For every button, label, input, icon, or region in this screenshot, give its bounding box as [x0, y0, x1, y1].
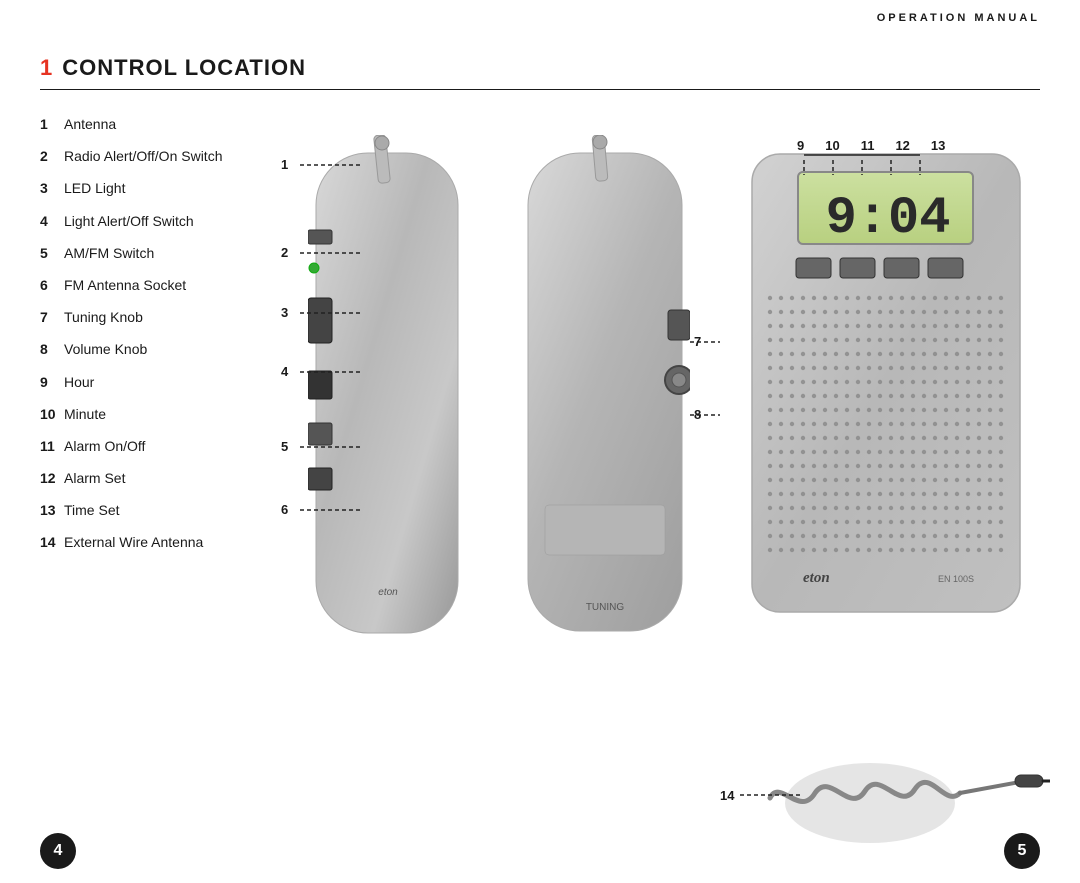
part-label-7: Tuning Knob: [64, 308, 143, 326]
marker-6: 6: [281, 502, 288, 517]
marker-4: 4: [281, 364, 288, 379]
parts-item-10: 10Minute: [40, 405, 270, 423]
part-label-2: Radio Alert/Off/On Switch: [64, 147, 222, 165]
parts-item-12: 12Alarm Set: [40, 469, 270, 487]
part-label-8: Volume Knob: [64, 340, 147, 358]
part-number-12: 12: [40, 469, 64, 487]
marker-10: 10: [825, 138, 839, 153]
section-number: 1: [40, 55, 52, 80]
part-number-11: 11: [40, 437, 64, 455]
parts-list: 1Antenna2Radio Alert/Off/On Switch3LED L…: [40, 115, 270, 566]
external-wire-antenna-image: [760, 743, 1050, 853]
top-markers-row: 9 10 11 12 13: [797, 138, 945, 153]
part-number-5: 5: [40, 244, 64, 262]
part-number-13: 13: [40, 501, 64, 519]
marker-5: 5: [281, 439, 288, 454]
parts-item-6: 6FM Antenna Socket: [40, 276, 270, 294]
marker-12: 12: [895, 138, 909, 153]
parts-item-7: 7Tuning Knob: [40, 308, 270, 326]
section-title: CONTROL LOCATION: [62, 55, 306, 80]
marker-3: 3: [281, 305, 288, 320]
part-label-11: Alarm On/Off: [64, 437, 145, 455]
parts-item-8: 8Volume Knob: [40, 340, 270, 358]
svg-text:EN 100S: EN 100S: [938, 574, 974, 584]
marker-9: 9: [797, 138, 804, 153]
part-number-6: 6: [40, 276, 64, 294]
parts-item-5: 5AM/FM Switch: [40, 244, 270, 262]
parts-item-3: 3LED Light: [40, 179, 270, 197]
parts-item-13: 13Time Set: [40, 501, 270, 519]
parts-item-2: 2Radio Alert/Off/On Switch: [40, 147, 270, 165]
section-heading-area: 1 CONTROL LOCATION: [40, 55, 1040, 90]
part-number-10: 10: [40, 405, 64, 423]
part-number-4: 4: [40, 212, 64, 230]
parts-item-1: 1Antenna: [40, 115, 270, 133]
svg-text:eton: eton: [378, 587, 398, 598]
part-label-10: Minute: [64, 405, 106, 423]
svg-text:eton: eton: [803, 570, 830, 586]
part-label-6: FM Antenna Socket: [64, 276, 186, 294]
parts-item-14: 14External Wire Antenna: [40, 533, 270, 551]
header-title: OPERATION MANUAL: [877, 12, 1040, 24]
radio-right-image: 9:04 /* dots rendered below */: [748, 150, 1026, 620]
part-number-2: 2: [40, 147, 64, 165]
marker-1: 1: [281, 157, 288, 172]
parts-item-9: 9Hour: [40, 373, 270, 391]
part-label-12: Alarm Set: [64, 469, 125, 487]
part-number-3: 3: [40, 179, 64, 197]
parts-item-4: 4Light Alert/Off Switch: [40, 212, 270, 230]
svg-text:TUNING: TUNING: [586, 602, 625, 613]
part-label-9: Hour: [64, 373, 94, 391]
page-number-right: 5: [1004, 833, 1040, 869]
marker-13: 13: [931, 138, 945, 153]
part-label-14: External Wire Antenna: [64, 533, 203, 551]
page-number-left: 4: [40, 833, 76, 869]
part-number-1: 1: [40, 115, 64, 133]
marker-8: 8: [694, 407, 701, 422]
marker-2: 2: [281, 245, 288, 260]
part-label-3: LED Light: [64, 179, 125, 197]
marker-11: 11: [861, 138, 875, 153]
marker-14: 14: [720, 788, 734, 803]
part-number-8: 8: [40, 340, 64, 358]
part-number-7: 7: [40, 308, 64, 326]
header: OPERATION MANUAL: [0, 0, 1080, 36]
part-label-1: Antenna: [64, 115, 116, 133]
radio-left-image: eton: [308, 135, 466, 645]
part-number-14: 14: [40, 533, 64, 551]
part-label-4: Light Alert/Off Switch: [64, 212, 194, 230]
parts-item-11: 11Alarm On/Off: [40, 437, 270, 455]
radio-mid-image: TUNING: [520, 135, 690, 645]
svg-text:9:04: 9:04: [826, 189, 951, 248]
part-number-9: 9: [40, 373, 64, 391]
part-label-13: Time Set: [64, 501, 120, 519]
marker-7: 7: [694, 334, 701, 349]
part-label-5: AM/FM Switch: [64, 244, 154, 262]
